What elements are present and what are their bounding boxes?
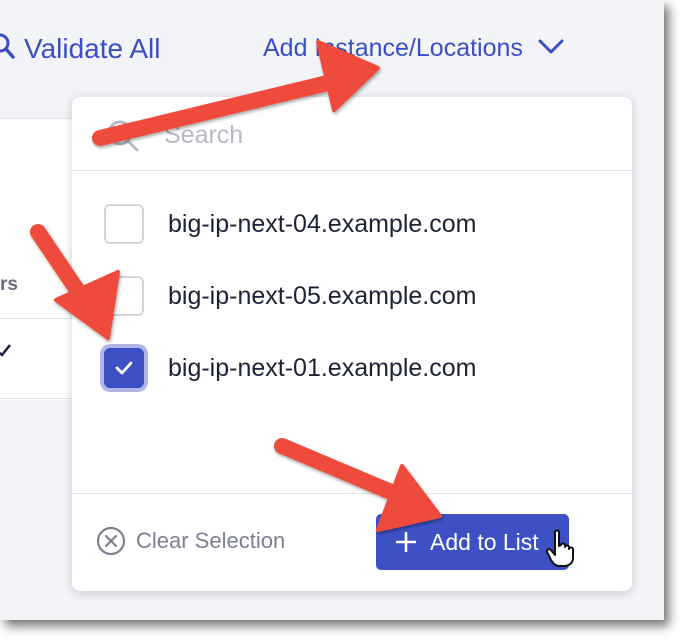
annotation-arrow xyxy=(92,40,380,146)
annotation-arrow xyxy=(274,438,442,532)
annotation-arrows xyxy=(30,40,442,532)
annotation-arrow xyxy=(30,224,120,340)
